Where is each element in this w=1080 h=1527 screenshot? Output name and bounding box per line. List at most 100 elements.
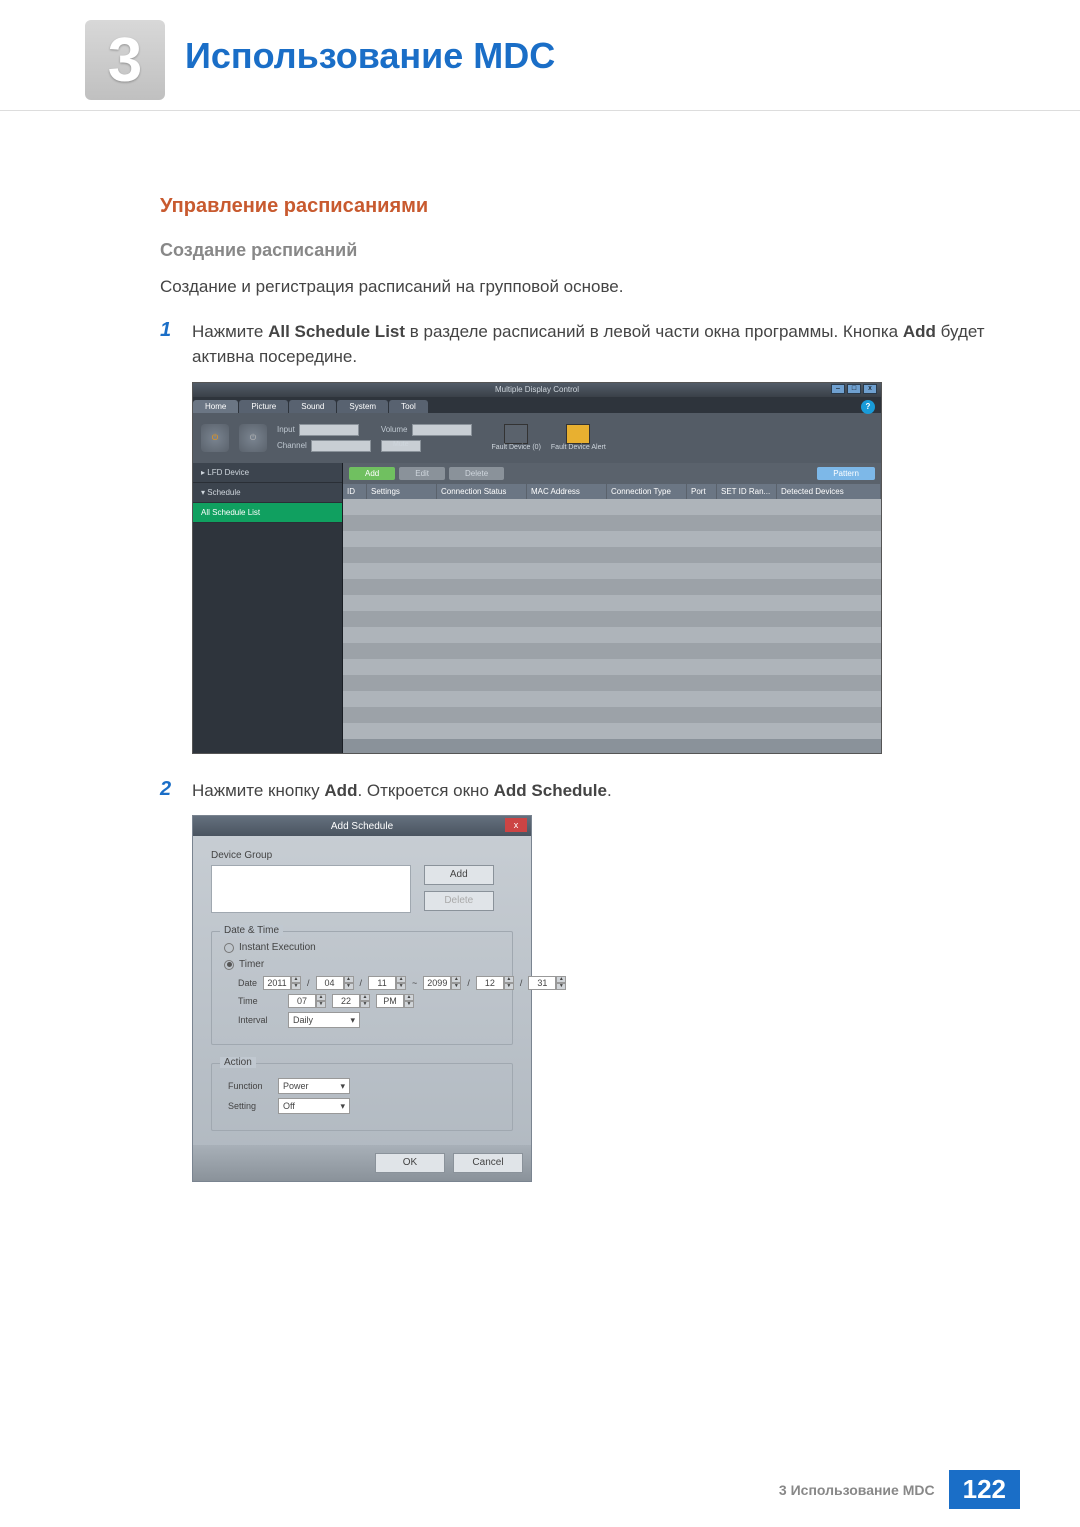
tab-picture[interactable]: Picture [239, 400, 288, 413]
help-icon[interactable]: ? [861, 400, 875, 414]
volume-label: Volume [381, 425, 408, 434]
fieldset-legend: Date & Time [220, 925, 283, 936]
value: 22 [332, 994, 360, 1008]
slash: / [307, 978, 310, 988]
day-from-stepper[interactable]: 11▲▼ [368, 976, 406, 990]
power-off-icon[interactable]: ⏻ [239, 424, 267, 452]
monitor-icon [504, 424, 528, 444]
value: Off [283, 1101, 295, 1111]
hour-stepper[interactable]: 07▲▼ [288, 994, 326, 1008]
tab-system[interactable]: System [337, 400, 388, 413]
mdc-app-screenshot: Multiple Display Control – □ x Home Pict… [192, 382, 892, 754]
divider [0, 110, 1080, 111]
table-rows-empty [343, 499, 881, 739]
datetime-fieldset: Date & Time Instant Execution Timer Date… [211, 931, 513, 1045]
dialog-footer: OK Cancel [193, 1145, 531, 1181]
tab-tool[interactable]: Tool [389, 400, 428, 413]
channel-stepper[interactable] [311, 440, 371, 452]
step-number: 1 [160, 319, 192, 370]
dialog-titlebar: Add Schedule x [193, 816, 531, 836]
sidebar-item-schedule[interactable]: ▾ Schedule [193, 483, 342, 503]
page-footer: 3 Использование MDC 122 [779, 1470, 1020, 1509]
intro-paragraph: Создание и регистрация расписаний на гру… [160, 275, 990, 299]
action-fieldset: Action Function Power▾ Setting Off▾ [211, 1063, 513, 1131]
col-connection-type: Connection Type [607, 484, 687, 499]
input-dropdown[interactable] [299, 424, 359, 436]
minute-stepper[interactable]: 22▲▼ [332, 994, 370, 1008]
dialog-delete-button[interactable]: Delete [424, 891, 494, 911]
slash: / [360, 978, 363, 988]
device-group-list[interactable] [211, 865, 411, 913]
step-1: 1 Нажмите All Schedule List в разделе ра… [160, 319, 990, 370]
pattern-button[interactable]: Pattern [817, 467, 875, 480]
window-buttons: – □ x [831, 384, 877, 394]
volume-dropdown[interactable] [412, 424, 472, 436]
bold: Add Schedule [494, 781, 607, 800]
date-row: Date 2011▲▼ / 04▲▼ / 11▲▼ ~ 2099▲▼ / 12▲… [238, 976, 500, 990]
fault-device-indicator: Fault Device (0) [492, 424, 541, 451]
edit-button[interactable]: Edit [399, 467, 445, 480]
chapter-badge: 3 [85, 20, 165, 100]
function-dropdown[interactable]: Power ▾ [278, 1078, 350, 1094]
bold: All Schedule List [268, 322, 405, 341]
tab-home[interactable]: Home [193, 400, 238, 413]
label: Fault Device Alert [551, 444, 606, 451]
close-button[interactable]: x [863, 384, 877, 394]
timer-radio[interactable]: Timer [224, 959, 500, 970]
label: Timer [239, 959, 264, 970]
delete-button[interactable]: Delete [449, 467, 504, 480]
dialog-body: Device Group Add Delete Date & Time Inst… [193, 836, 531, 1145]
label: Schedule [207, 488, 240, 497]
fault-indicators: Fault Device (0) Fault Device Alert [492, 424, 606, 451]
main-panel: Add Edit Delete Pattern ID Settings Conn… [343, 463, 881, 753]
fault-alert-indicator: Fault Device Alert [551, 424, 606, 451]
col-mac-address: MAC Address [527, 484, 607, 499]
setting-dropdown[interactable]: Off▾ [278, 1098, 350, 1114]
add-button[interactable]: Add [349, 467, 395, 480]
sidebar-item-lfd[interactable]: ▸ LFD Device [193, 463, 342, 483]
month-to-stepper[interactable]: 12▲▼ [476, 976, 514, 990]
close-icon[interactable]: x [505, 818, 527, 832]
instant-execution-radio[interactable]: Instant Execution [224, 942, 500, 953]
page-number: 122 [949, 1470, 1020, 1509]
dialog-title: Add Schedule [331, 821, 393, 832]
radio-icon [224, 960, 234, 970]
col-setid: SET ID Ran... [717, 484, 777, 499]
col-connection-status: Connection Status [437, 484, 527, 499]
input-label: Input [277, 425, 295, 434]
sidebar: ▸ LFD Device ▾ Schedule All Schedule Lis… [193, 463, 343, 753]
month-from-stepper[interactable]: 04▲▼ [316, 976, 354, 990]
time-label: Time [238, 996, 282, 1006]
col-settings: Settings [367, 484, 437, 499]
ok-button[interactable]: OK [375, 1153, 445, 1173]
year-from-stepper[interactable]: 2011▲▼ [263, 976, 301, 990]
col-detected: Detected Devices [777, 484, 881, 499]
time-row: Time 07▲▼ 22▲▼ PM▲▼ [238, 994, 500, 1008]
setting-label: Setting [228, 1101, 272, 1111]
maximize-button[interactable]: □ [847, 384, 861, 394]
cancel-button[interactable]: Cancel [453, 1153, 523, 1173]
tab-bar: Home Picture Sound System Tool ? [193, 397, 881, 413]
ampm-stepper[interactable]: PM▲▼ [376, 994, 414, 1008]
warning-icon [566, 424, 590, 444]
power-on-icon[interactable]: ⏻ [201, 424, 229, 452]
text: . [607, 781, 612, 800]
setting-row: Setting Off▾ [228, 1098, 500, 1114]
dialog-add-button[interactable]: Add [424, 865, 494, 885]
minimize-button[interactable]: – [831, 384, 845, 394]
label: All Schedule List [201, 508, 260, 517]
chevron-down-icon: ▾ [340, 1081, 345, 1092]
value: 07 [288, 994, 316, 1008]
date-label: Date [238, 978, 257, 988]
mute-button[interactable]: Mute [381, 440, 421, 452]
interval-dropdown[interactable]: Daily▾ [288, 1012, 360, 1028]
year-to-stepper[interactable]: 2099▲▼ [423, 976, 461, 990]
value: 12 [476, 976, 504, 990]
channel-label: Channel [277, 441, 307, 450]
text: . Откроется окно [357, 781, 493, 800]
sidebar-item-all-schedule-list[interactable]: All Schedule List [193, 503, 342, 523]
value: Daily [293, 1015, 313, 1025]
value: Power [283, 1081, 309, 1091]
day-to-stepper[interactable]: 31▲▼ [528, 976, 566, 990]
tab-sound[interactable]: Sound [289, 400, 336, 413]
